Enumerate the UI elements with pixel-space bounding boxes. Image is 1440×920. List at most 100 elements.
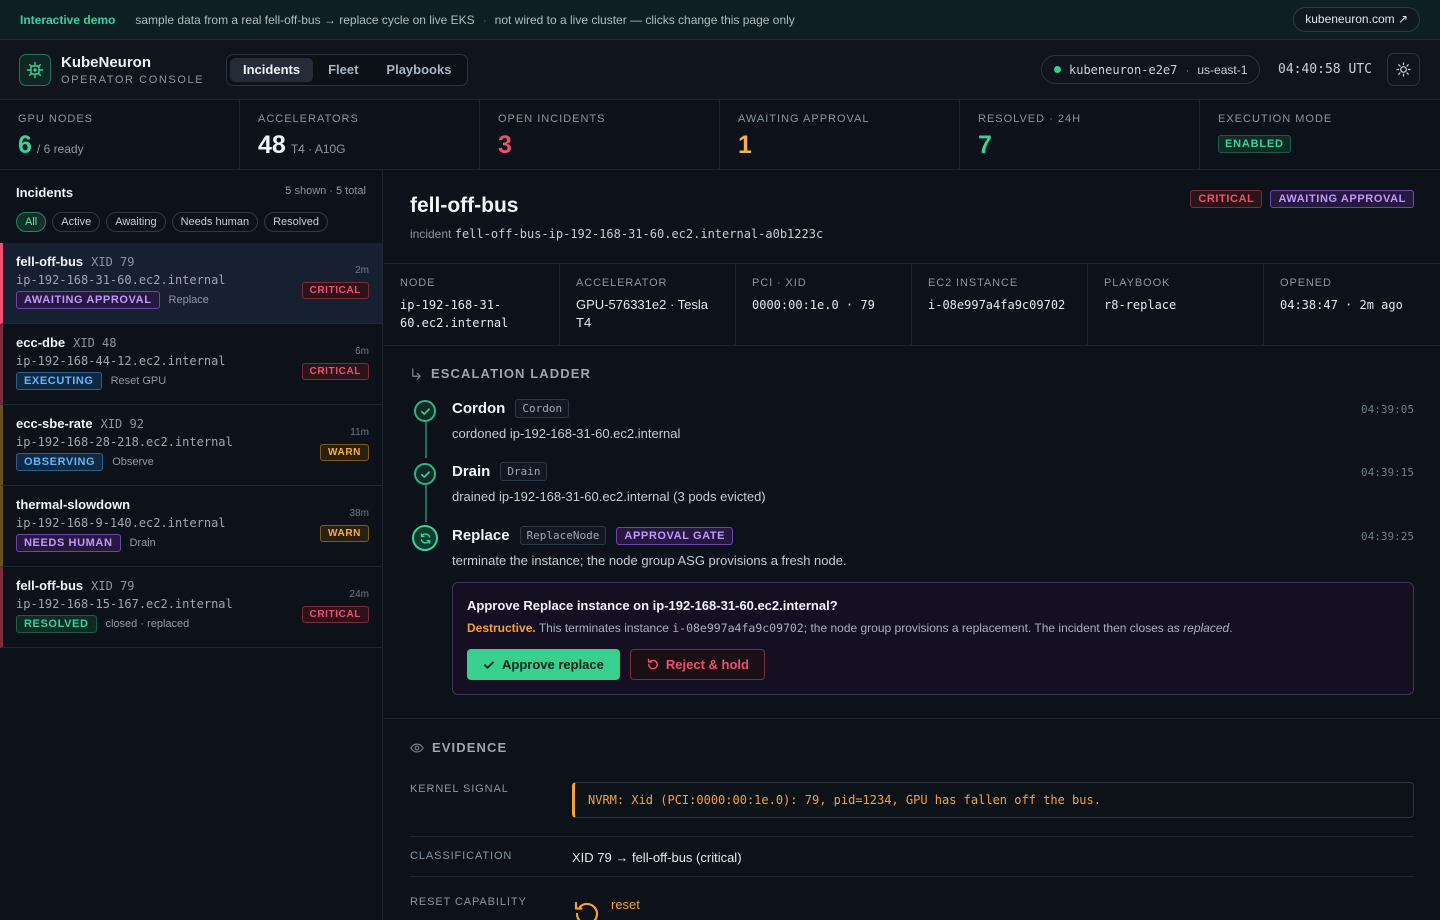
meta-key: OPENED bbox=[1280, 277, 1332, 289]
incident-row[interactable]: fell-off-bus XID 79 ip-192-168-15-167.ec2… bbox=[0, 567, 382, 648]
detail-severity-badge: CRITICAL bbox=[1190, 190, 1263, 208]
evidence-key: CLASSIFICATION bbox=[410, 850, 513, 862]
check-icon bbox=[484, 661, 494, 669]
evidence-title: EVIDENCE bbox=[432, 740, 508, 755]
cluster-selector[interactable]: kubeneuron-e2e7 · us-east-1 bbox=[1041, 55, 1261, 84]
severity-badge: WARN bbox=[320, 444, 369, 461]
step-name: Replace bbox=[452, 527, 510, 544]
filter-needs-human[interactable]: Needs human bbox=[171, 212, 259, 232]
tab-fleet[interactable]: Fleet bbox=[315, 58, 371, 82]
incident-host: ip-192-168-9-140.ec2.internal bbox=[16, 516, 226, 530]
filter-awaiting[interactable]: Awaiting bbox=[106, 212, 166, 232]
filter-resolved[interactable]: Resolved bbox=[264, 212, 328, 232]
warning-end: . bbox=[1229, 621, 1233, 635]
incident-meta: NODE ip-192-168-31-60.ec2.internal ACCELE… bbox=[384, 263, 1440, 346]
meta-key: NODE bbox=[400, 277, 436, 289]
status-badge: EXECUTING bbox=[16, 372, 102, 390]
ladder-connector bbox=[425, 422, 427, 458]
reject-label: Reject & hold bbox=[665, 657, 749, 672]
approval-question: Approve Replace instance on ip-192-168-3… bbox=[467, 598, 838, 613]
app-subtitle: OPERATOR CONSOLE bbox=[61, 74, 205, 86]
meta-key: ACCELERATOR bbox=[576, 277, 668, 289]
incidents-count: 5 shown · 5 total bbox=[285, 185, 366, 197]
meta-value: 0000:00:1e.0 · 79 bbox=[752, 298, 875, 312]
step-description: cordoned ip-192-168-31-60.ec2.internal bbox=[452, 426, 681, 441]
evidence-key: RESET CAPABILITY bbox=[410, 896, 527, 908]
stat-label: AWAITING APPROVAL bbox=[738, 113, 870, 125]
warning-italic: replaced bbox=[1183, 621, 1230, 635]
incident-action: Reset GPU bbox=[110, 375, 167, 387]
step-time: 04:39:15 bbox=[1361, 466, 1414, 479]
stat-value: 48 bbox=[258, 131, 286, 159]
meta-ec2-instance: EC2 INSTANCE i-08e997a4fa9c09702 bbox=[912, 264, 1088, 345]
check-icon bbox=[414, 400, 436, 422]
incident-age: 2m bbox=[355, 265, 369, 276]
detail-status-badge: AWAITING APPROVAL bbox=[1270, 190, 1414, 208]
approval-gate-badge: APPROVAL GATE bbox=[616, 526, 734, 545]
stat-awaiting-approval: AWAITING APPROVAL 1 bbox=[720, 100, 960, 170]
step-time: 04:39:25 bbox=[1361, 530, 1414, 543]
execution-mode-badge: ENABLED bbox=[1218, 135, 1291, 153]
filter-all[interactable]: All bbox=[16, 212, 47, 232]
step-tag: Cordon bbox=[515, 399, 570, 418]
meta-value: GPU-576331e2 · Tesla T4 bbox=[576, 297, 709, 330]
meta-value: 04:38:47 · 2m ago bbox=[1280, 298, 1403, 312]
stat-label: EXECUTION MODE bbox=[1218, 113, 1333, 125]
app-name: KubeNeuron bbox=[61, 54, 151, 71]
ladder-connector bbox=[425, 485, 427, 522]
detail-title: fell-off-bus bbox=[410, 194, 519, 217]
status-badge: OBSERVING bbox=[16, 453, 104, 471]
meta-value: i-08e997a4fa9c09702 bbox=[928, 298, 1066, 312]
status-badge: NEEDS HUMAN bbox=[16, 534, 121, 552]
warning-lead: Destructive. bbox=[467, 621, 536, 635]
cluster-status-dot bbox=[1054, 66, 1061, 73]
severity-badge: CRITICAL bbox=[301, 363, 369, 380]
incident-row[interactable]: ecc-dbe XID 48 ip-192-168-44-12.ec2.inter… bbox=[0, 324, 382, 405]
meta-value: ip-192-168-31-60.ec2.internal bbox=[400, 298, 509, 330]
warning-text-2: ; the node group provisions a replacemen… bbox=[803, 621, 1180, 635]
step-name: Drain bbox=[452, 463, 491, 480]
cluster-region: us-east-1 bbox=[1197, 62, 1248, 77]
kernel-signal-value: NVRM: Xid (PCI:0000:00:1e.0): 79, pid=12… bbox=[572, 782, 1414, 818]
demo-banner: Interactive demo sample data from a real… bbox=[0, 0, 1440, 40]
demo-text-1: sample data from a real fell-off-bus → r… bbox=[135, 12, 475, 27]
incident-detail: fell-off-bus incident fell-off-bus-ip-19… bbox=[384, 170, 1440, 920]
stat-sub: / 6 ready bbox=[36, 142, 84, 156]
step-replace: Replace ReplaceNode APPROVAL GATE bbox=[452, 526, 734, 545]
incident-action: closed · replaced bbox=[105, 618, 190, 630]
external-site-link[interactable]: kubeneuron.com ↗ bbox=[1293, 7, 1420, 32]
theme-toggle-button[interactable] bbox=[1387, 53, 1420, 86]
incident-title: fell-off-bus bbox=[16, 254, 84, 269]
step-tag: Drain bbox=[500, 462, 548, 481]
tab-incidents[interactable]: Incidents bbox=[230, 58, 314, 82]
cluster-separator: · bbox=[1185, 62, 1190, 77]
incident-row[interactable]: fell-off-bus XID 79 ip-192-168-31-60.ec2.… bbox=[0, 243, 382, 324]
stat-label: GPU NODES bbox=[18, 113, 94, 125]
warning-text-1: This terminates instance bbox=[538, 621, 669, 635]
incident-age: 38m bbox=[349, 508, 369, 519]
incident-row[interactable]: ecc-sbe-rate XID 92 ip-192-168-28-218.ec2… bbox=[0, 405, 382, 486]
incident-age: 11m bbox=[350, 427, 369, 438]
section-divider bbox=[384, 718, 1440, 719]
approve-replace-button[interactable]: Approve replace bbox=[467, 649, 620, 680]
stat-value: 6 bbox=[18, 131, 32, 159]
demo-tag: Interactive demo bbox=[20, 12, 116, 27]
incident-id: fell-off-bus-ip-192-168-31-60.ec2.intern… bbox=[454, 227, 824, 241]
escalation-ladder-title: ESCALATION LADDER bbox=[431, 366, 592, 381]
incident-row[interactable]: thermal-slowdown ip-192-168-9-140.ec2.in… bbox=[0, 486, 382, 567]
cluster-name: kubeneuron-e2e7 bbox=[1069, 62, 1178, 77]
incidents-panel: Incidents 5 shown · 5 total All Active A… bbox=[0, 170, 383, 920]
app-logo bbox=[19, 54, 51, 86]
meta-value: r8-replace bbox=[1104, 298, 1177, 312]
approve-label: Approve replace bbox=[502, 657, 604, 672]
incident-list: fell-off-bus XID 79 ip-192-168-31-60.ec2.… bbox=[0, 243, 382, 648]
check-icon bbox=[414, 463, 436, 485]
stat-open-incidents: OPEN INCIDENTS 3 bbox=[480, 100, 720, 170]
meta-key: PLAYBOOK bbox=[1104, 277, 1171, 289]
filter-active[interactable]: Active bbox=[52, 212, 101, 232]
eye-icon bbox=[410, 743, 424, 752]
reject-hold-button[interactable]: Reject & hold bbox=[629, 649, 765, 680]
tab-playbooks[interactable]: Playbooks bbox=[373, 58, 464, 82]
evidence-kernel-signal: KERNEL SIGNAL NVRM: Xid (PCI:0000:00:1e.… bbox=[410, 782, 1414, 837]
stat-label: RESOLVED · 24H bbox=[978, 113, 1082, 125]
